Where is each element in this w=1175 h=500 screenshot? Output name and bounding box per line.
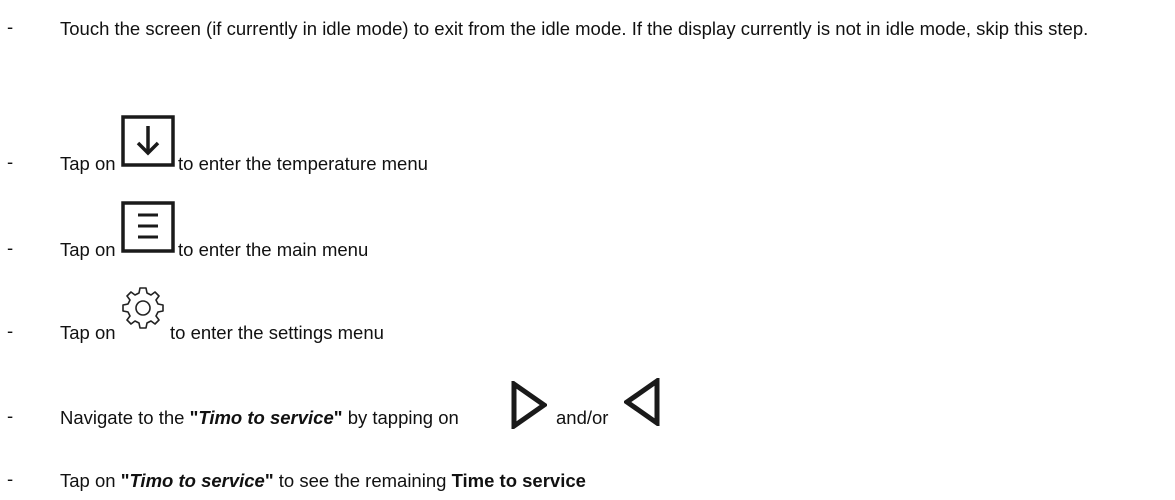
step-4-suffix: to enter the settings menu (170, 322, 384, 343)
quote-close: " (333, 407, 343, 428)
bullet-dash: - (7, 151, 14, 172)
step-2-prefix: Tap on (60, 153, 116, 174)
step-5-prefix: Navigate to the (60, 407, 185, 428)
down-arrow-box-icon (121, 115, 175, 167)
step-4-prefix: Tap on (60, 322, 116, 343)
emphasis-timo-to-service: Timo to service (198, 407, 334, 428)
step-2-suffix: to enter the temperature menu (178, 153, 428, 174)
bullet-dash: - (7, 468, 14, 489)
left-triangle-icon (624, 378, 660, 426)
step-3-suffix: to enter the main menu (178, 239, 369, 260)
step-6-prefix: Tap on (60, 470, 116, 491)
step-5-connector: and/or (556, 407, 609, 428)
gear-icon (121, 285, 165, 329)
step-6-middle: to see the remaining (278, 470, 447, 491)
step-1-text: Touch the screen (if currently in idle m… (60, 18, 1089, 39)
time-to-service-bold: Time to service (451, 470, 586, 491)
instruction-document: - Touch the screen (if currently in idle… (0, 0, 1175, 500)
quote-close: " (264, 470, 274, 491)
emphasis-timo-to-service: Timo to service (129, 470, 265, 491)
bullet-dash: - (7, 16, 14, 37)
step-3-prefix: Tap on (60, 239, 116, 260)
bullet-dash: - (7, 405, 14, 426)
bullet-dash: - (7, 320, 14, 341)
right-triangle-icon (511, 381, 547, 429)
step-5-middle: by tapping on (347, 407, 459, 428)
menu-box-icon (121, 201, 175, 253)
bullet-dash: - (7, 237, 14, 258)
